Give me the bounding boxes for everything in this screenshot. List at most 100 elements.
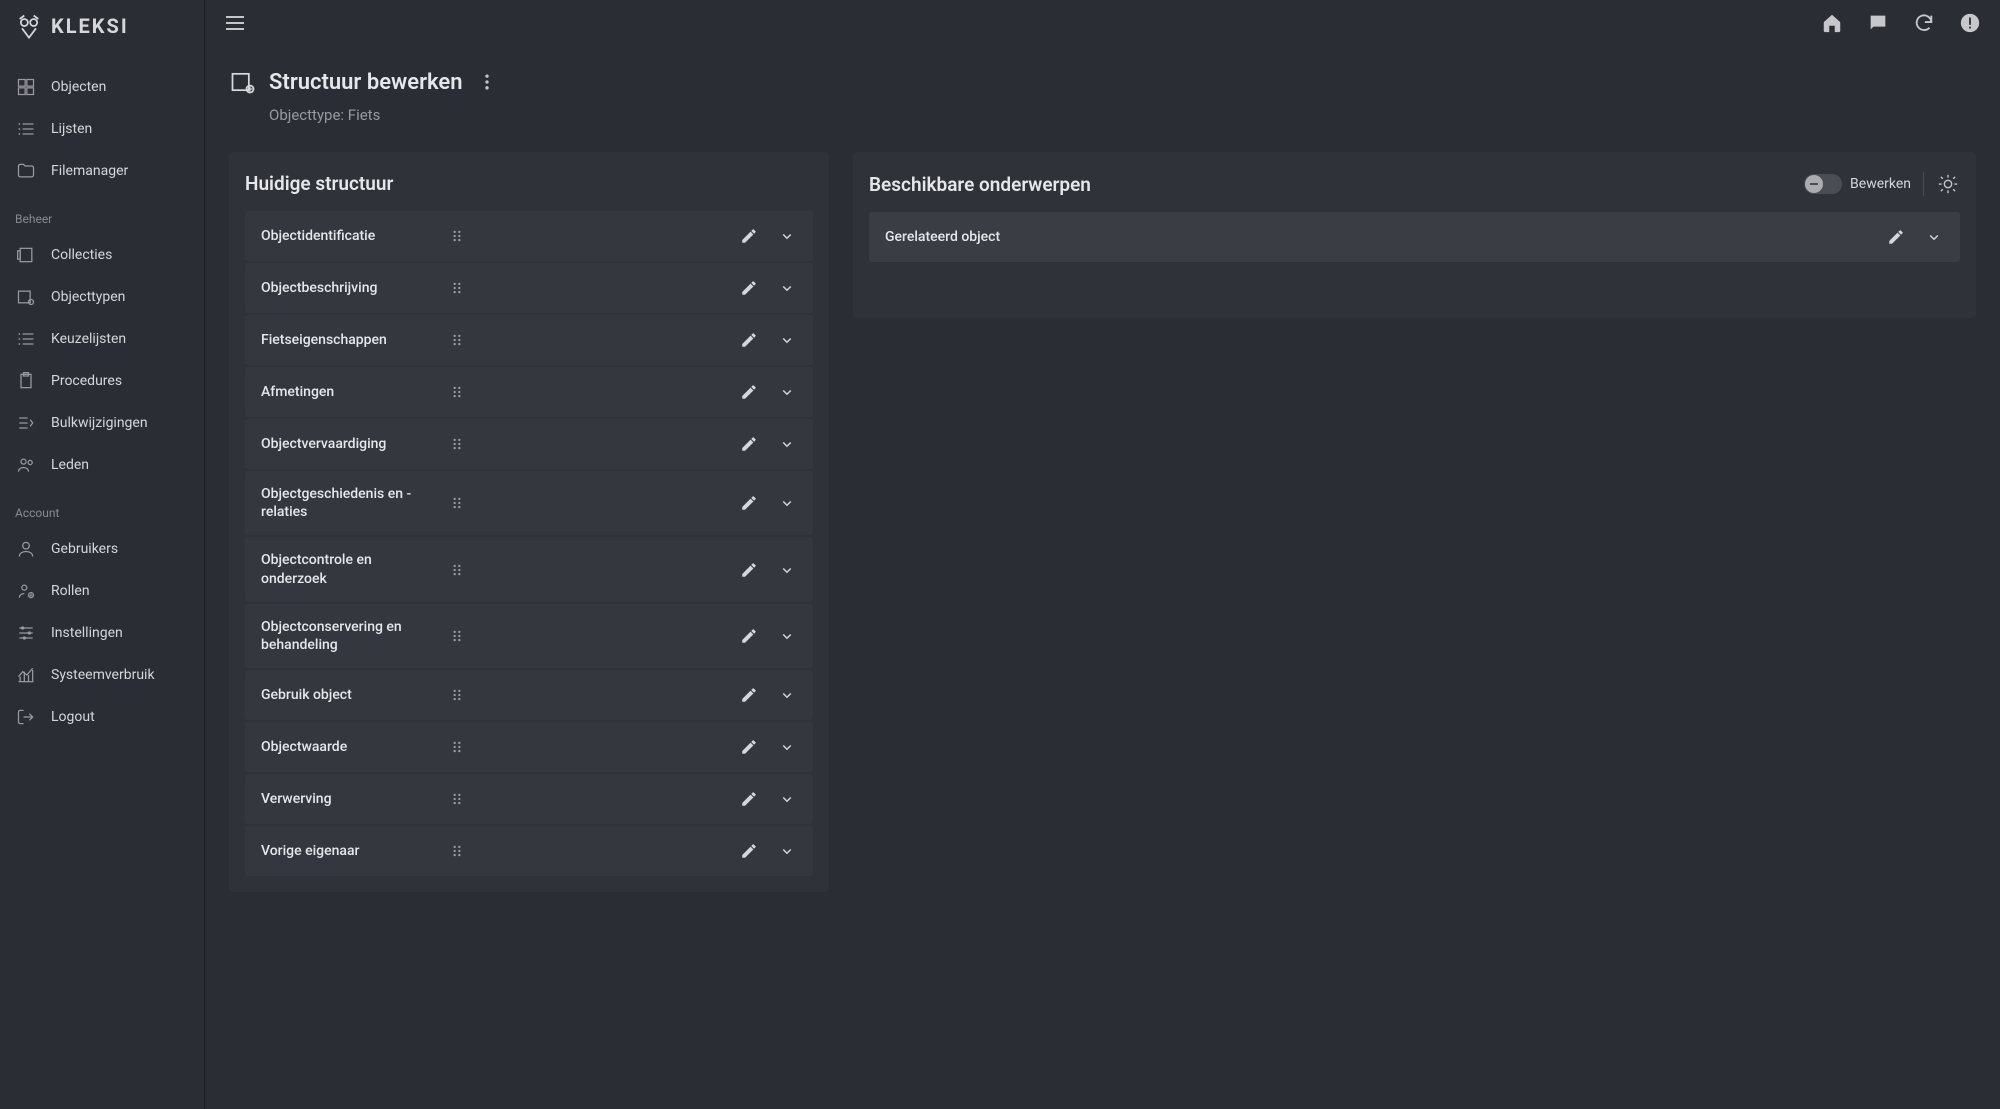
- edit-button[interactable]: [739, 493, 759, 513]
- sidebar-item-collecties[interactable]: Collecties: [0, 234, 204, 276]
- edit-button[interactable]: [739, 560, 759, 580]
- list-icon: [15, 328, 37, 350]
- sidebar-item-keuzelijsten[interactable]: Keuzelijsten: [0, 318, 204, 360]
- expand-button[interactable]: [777, 626, 797, 646]
- sidebar-item-rollen[interactable]: Rollen: [0, 570, 204, 612]
- chat-button[interactable]: [1866, 11, 1890, 35]
- structure-label: Gebruik object: [261, 686, 431, 704]
- sidebar-item-filemanager[interactable]: Filemanager: [0, 150, 204, 192]
- sidebar-heading-account: Account: [0, 494, 204, 528]
- structure-list: Objectidentificatie Objectbeschrijving F…: [245, 211, 813, 876]
- structure-label: Objectwaarde: [261, 738, 431, 756]
- sidebar-item-label: Logout: [51, 709, 95, 725]
- available-label: Gerelateerd object: [885, 229, 1870, 245]
- roles-icon: [15, 580, 37, 602]
- sidebar-item-bulkwijzigingen[interactable]: Bulkwijzigingen: [0, 402, 204, 444]
- logo-icon: [15, 12, 43, 40]
- sidebar-item-label: Lijsten: [51, 121, 92, 137]
- structure-row: Objectbeschrijving: [245, 263, 813, 313]
- menu-toggle-button[interactable]: [223, 11, 247, 35]
- expand-button[interactable]: [777, 226, 797, 246]
- sidebar-item-label: Instellingen: [51, 625, 123, 641]
- drag-handle-icon[interactable]: [447, 434, 467, 454]
- expand-button[interactable]: [777, 493, 797, 513]
- expand-button[interactable]: [777, 685, 797, 705]
- available-topics-panel: Beschikbare onderwerpen Bewerken: [853, 152, 1976, 318]
- logo[interactable]: KLEKSI: [0, 12, 204, 58]
- bulk-icon: [15, 412, 37, 434]
- expand-button[interactable]: [777, 789, 797, 809]
- structure-label: Objectidentificatie: [261, 227, 431, 245]
- current-structure-panel: Huidige structuur Objectidentificatie Ob…: [229, 152, 829, 892]
- expand-button[interactable]: [777, 330, 797, 350]
- drag-handle-icon[interactable]: [447, 382, 467, 402]
- grid-icon: [15, 76, 37, 98]
- sidebar-beheer-section: Beheer Collecties Objecttypen Keuzelijst…: [0, 200, 204, 486]
- sidebar-item-label: Objecttypen: [51, 289, 125, 305]
- drag-handle-icon[interactable]: [447, 685, 467, 705]
- drag-handle-icon[interactable]: [447, 626, 467, 646]
- structure-label: Objectgeschiedenis en -relaties: [261, 485, 431, 521]
- sidebar-item-objecttypen[interactable]: Objecttypen: [0, 276, 204, 318]
- drag-handle-icon[interactable]: [447, 330, 467, 350]
- edit-button[interactable]: [739, 226, 759, 246]
- expand-button[interactable]: [777, 278, 797, 298]
- divider: [1923, 172, 1924, 196]
- edit-button[interactable]: [739, 278, 759, 298]
- sidebar-item-systeemverbruik[interactable]: Systeemverbruik: [0, 654, 204, 696]
- structure-row: Objectidentificatie: [245, 211, 813, 261]
- edit-button[interactable]: [739, 685, 759, 705]
- expand-button[interactable]: [1924, 227, 1944, 247]
- structure-row: Objectgeschiedenis en -relaties: [245, 471, 813, 535]
- edit-button[interactable]: [739, 737, 759, 757]
- sidebar-item-procedures[interactable]: Procedures: [0, 360, 204, 402]
- home-button[interactable]: [1820, 11, 1844, 35]
- structure-label: Objectcontrole en onderzoek: [261, 551, 431, 587]
- expand-button[interactable]: [777, 560, 797, 580]
- logout-icon: [15, 706, 37, 728]
- more-options-button[interactable]: [475, 70, 499, 94]
- structure-row: Objectwaarde: [245, 722, 813, 772]
- expand-button[interactable]: [777, 382, 797, 402]
- edit-button[interactable]: [739, 382, 759, 402]
- edit-button[interactable]: [739, 841, 759, 861]
- sidebar-main-section: Objecten Lijsten Filemanager: [0, 66, 204, 192]
- drag-handle-icon[interactable]: [447, 841, 467, 861]
- refresh-button[interactable]: [1912, 11, 1936, 35]
- expand-button[interactable]: [777, 434, 797, 454]
- sidebar-item-label: Rollen: [51, 583, 90, 599]
- edit-button[interactable]: [1886, 227, 1906, 247]
- sidebar-item-leden[interactable]: Leden: [0, 444, 204, 486]
- structure-row: Objectconservering en behandeling: [245, 604, 813, 668]
- drag-handle-icon[interactable]: [447, 278, 467, 298]
- members-icon: [15, 454, 37, 476]
- sidebar-item-logout[interactable]: Logout: [0, 696, 204, 738]
- drag-handle-icon[interactable]: [447, 560, 467, 580]
- edit-button[interactable]: [739, 626, 759, 646]
- drag-handle-icon[interactable]: [447, 493, 467, 513]
- drag-handle-icon[interactable]: [447, 789, 467, 809]
- expand-button[interactable]: [777, 841, 797, 861]
- sidebar-item-gebruikers[interactable]: Gebruikers: [0, 528, 204, 570]
- clipboard-icon: [15, 370, 37, 392]
- user-icon: [15, 538, 37, 560]
- sidebar-item-lijsten[interactable]: Lijsten: [0, 108, 204, 150]
- expand-button[interactable]: [777, 737, 797, 757]
- topbar: [205, 0, 2000, 46]
- edit-button[interactable]: [739, 434, 759, 454]
- sidebar-item-objecten[interactable]: Objecten: [0, 66, 204, 108]
- structure-label: Vorige eigenaar: [261, 842, 431, 860]
- drag-handle-icon[interactable]: [447, 737, 467, 757]
- page-header: Structuur bewerken: [229, 68, 1976, 96]
- structure-label: Objectconservering en behandeling: [261, 618, 431, 654]
- alert-button[interactable]: [1958, 11, 1982, 35]
- structure-label: Objectvervaardiging: [261, 435, 431, 453]
- edit-toggle[interactable]: [1804, 174, 1842, 194]
- edit-button[interactable]: [739, 789, 759, 809]
- drag-handle-icon[interactable]: [447, 226, 467, 246]
- settings-button[interactable]: [1936, 172, 1960, 196]
- structure-row: Vorige eigenaar: [245, 826, 813, 876]
- sidebar-item-instellingen[interactable]: Instellingen: [0, 612, 204, 654]
- edit-button[interactable]: [739, 330, 759, 350]
- panel-title: Beschikbare onderwerpen: [869, 173, 1091, 196]
